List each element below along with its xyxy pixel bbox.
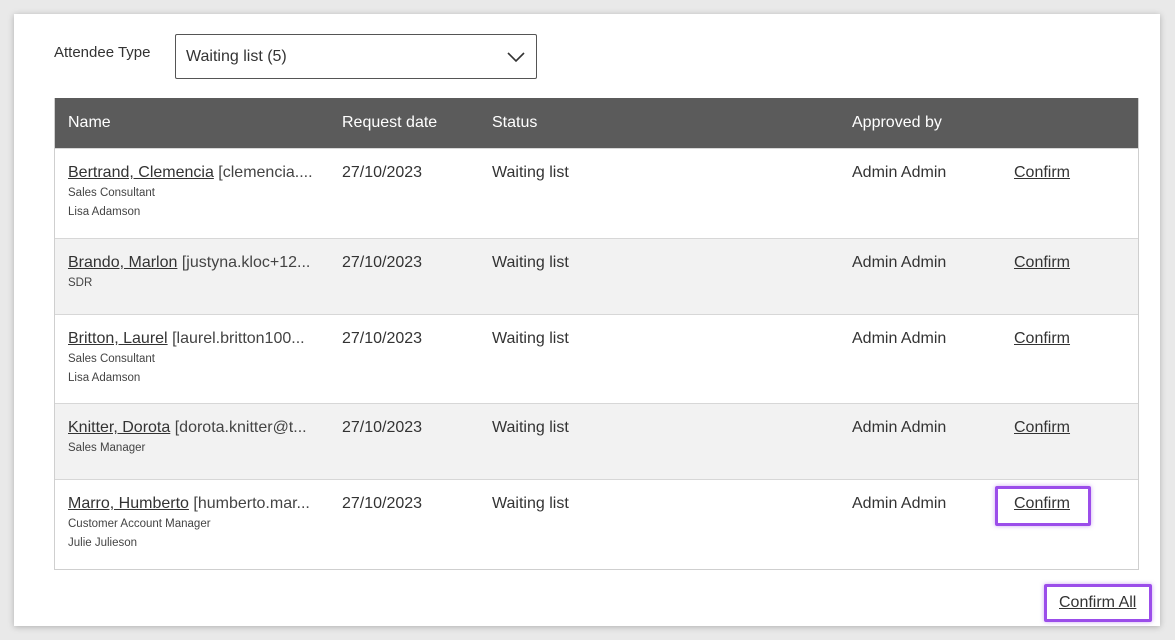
confirm-button[interactable]: Confirm	[1014, 330, 1070, 347]
attendee-manager: Julie Julieson	[68, 537, 138, 549]
attendee-name-cell: Bertrand, Clemencia [clemencia....	[68, 164, 330, 182]
attendee-name-link[interactable]: Marro, Humberto	[68, 495, 189, 512]
attendee-email: [laurel.britton100...	[172, 330, 305, 347]
column-header-name: Name	[68, 114, 111, 131]
table-row: Brando, Marlon [justyna.kloc+12... SDR 2…	[55, 238, 1138, 314]
confirm-all-button[interactable]: Confirm All	[1059, 594, 1136, 611]
approved-by: Admin Admin	[852, 254, 947, 271]
attendee-type-label: Attendee Type	[54, 44, 151, 61]
confirm-button[interactable]: Confirm	[1014, 164, 1070, 181]
attendee-manager: Lisa Adamson	[68, 372, 141, 384]
attendee-manager: Lisa Adamson	[68, 206, 141, 218]
attendee-name-cell: Britton, Laurel [laurel.britton100...	[68, 330, 330, 348]
status: Waiting list	[492, 164, 569, 181]
request-date: 27/10/2023	[342, 495, 423, 512]
attendee-name-cell: Brando, Marlon [justyna.kloc+12...	[68, 254, 330, 272]
attendee-name-link[interactable]: Bertrand, Clemencia	[68, 164, 214, 181]
confirm-button[interactable]: Confirm	[1014, 495, 1070, 512]
attendee-role: SDR	[68, 277, 93, 289]
request-date: 27/10/2023	[342, 164, 423, 181]
table-row: Britton, Laurel [laurel.britton100... Sa…	[55, 314, 1138, 403]
status: Waiting list	[492, 330, 569, 347]
column-header-request-date: Request date	[342, 114, 438, 131]
attendee-email: [clemencia....	[218, 164, 313, 181]
approved-by: Admin Admin	[852, 330, 947, 347]
attendee-panel: Attendee Type Waiting list (5) Name Requ…	[14, 14, 1160, 626]
attendee-type-select[interactable]: Waiting list (5)	[175, 34, 537, 79]
attendee-email: [humberto.mar...	[193, 495, 310, 512]
attendee-name-link[interactable]: Knitter, Dorota	[68, 419, 170, 436]
approved-by: Admin Admin	[852, 495, 947, 512]
status: Waiting list	[492, 254, 569, 271]
status: Waiting list	[492, 495, 569, 512]
approved-by: Admin Admin	[852, 419, 947, 436]
chevron-down-icon	[507, 52, 525, 63]
confirm-button[interactable]: Confirm	[1014, 254, 1070, 271]
attendee-name-cell: Marro, Humberto [humberto.mar...	[68, 495, 330, 513]
table-row: Knitter, Dorota [dorota.knitter@t... Sal…	[55, 403, 1138, 479]
attendee-name-cell: Knitter, Dorota [dorota.knitter@t...	[68, 419, 330, 437]
confirm-all-container: Confirm All	[1059, 594, 1136, 612]
confirm-button[interactable]: Confirm	[1014, 419, 1070, 436]
attendee-type-value: Waiting list (5)	[186, 47, 287, 65]
column-header-status: Status	[492, 114, 538, 131]
request-date: 27/10/2023	[342, 419, 423, 436]
attendee-email: [justyna.kloc+12...	[181, 254, 311, 271]
attendee-name-link[interactable]: Britton, Laurel	[68, 330, 168, 347]
attendee-role: Sales Manager	[68, 442, 146, 454]
attendee-role: Sales Consultant	[68, 187, 155, 199]
approved-by: Admin Admin	[852, 164, 947, 181]
attendee-role: Sales Consultant	[68, 353, 155, 365]
request-date: 27/10/2023	[342, 330, 423, 347]
attendee-email: [dorota.knitter@t...	[174, 419, 307, 436]
table-header: Name Request date Status Approved by	[55, 98, 1138, 148]
table-row: Bertrand, Clemencia [clemencia.... Sales…	[55, 148, 1138, 238]
column-header-approved-by: Approved by	[852, 114, 942, 131]
status: Waiting list	[492, 419, 569, 436]
table-row: Marro, Humberto [humberto.mar... Custome…	[55, 479, 1138, 569]
request-date: 27/10/2023	[342, 254, 423, 271]
attendee-role: Customer Account Manager	[68, 518, 211, 530]
attendee-table: Name Request date Status Approved by Ber…	[54, 98, 1139, 570]
attendee-name-link[interactable]: Brando, Marlon	[68, 254, 177, 271]
